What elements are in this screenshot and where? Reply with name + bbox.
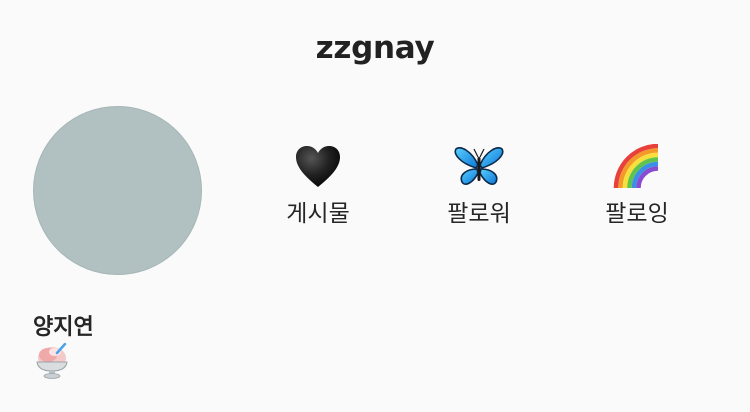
stat-following-label: 팔로잉 <box>605 201 669 227</box>
rainbow-icon <box>577 140 697 192</box>
profile-username: zzgnay <box>315 30 435 66</box>
stat-posts[interactable]: 게시물 <box>258 140 378 228</box>
stat-followers-label: 팔로워 <box>447 201 511 227</box>
butterfly-icon <box>419 140 539 192</box>
stat-followers[interactable]: 팔로워 <box>419 140 539 228</box>
stat-following[interactable]: 팔로잉 <box>577 140 697 228</box>
black-heart-icon <box>258 140 378 192</box>
profile-display-name: 양지연 <box>33 315 94 340</box>
shaved-ice-icon <box>35 342 69 379</box>
stat-posts-label: 게시물 <box>286 201 350 227</box>
profile-avatar[interactable] <box>33 106 202 275</box>
